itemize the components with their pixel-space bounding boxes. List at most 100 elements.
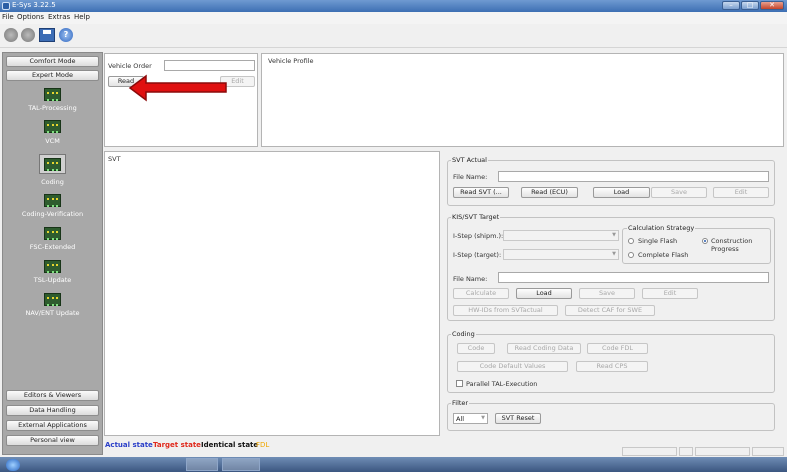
comfort-mode-button[interactable]: Comfort Mode [6, 56, 99, 67]
status-cell [622, 447, 677, 456]
coding-verification-icon[interactable] [44, 194, 61, 207]
filter-select-value: All [456, 415, 465, 423]
annotation-arrow [128, 74, 227, 102]
code-fdl-button[interactable]: Code FDL [587, 343, 648, 354]
title-bar: E-Sys 3.22.5 – □ ✕ [0, 0, 787, 12]
svt-actual-title: SVT Actual [451, 156, 488, 164]
taskbar [0, 457, 787, 472]
tsl-update-icon[interactable] [44, 260, 61, 273]
svt-actual-load-button[interactable]: Load [593, 187, 650, 198]
svt-actual-edit-button[interactable]: Edit [713, 187, 769, 198]
external-applications-button[interactable]: External Applications [6, 420, 99, 431]
taskbar-app[interactable] [222, 458, 260, 471]
status-cell [695, 447, 750, 456]
calculate-button[interactable]: Calculate [453, 288, 509, 299]
svt-actual-file-label: File Name: [453, 173, 488, 181]
save-icon[interactable] [39, 28, 55, 42]
construction-progress-radio[interactable] [702, 238, 708, 244]
kis-edit-button[interactable]: Edit [642, 288, 698, 299]
maximize-button[interactable]: □ [741, 1, 759, 10]
vehicle-order-input[interactable] [164, 60, 255, 71]
app-icon [2, 2, 10, 10]
personal-view-button[interactable]: Personal view [6, 435, 99, 446]
complete-flash-radio[interactable] [628, 252, 634, 258]
svt-actual-group: SVT Actual File Name: Read SVT (... Read… [447, 156, 775, 206]
vcm-icon[interactable] [44, 120, 61, 133]
complete-flash-label: Complete Flash [638, 251, 689, 259]
disconnect-icon[interactable] [21, 28, 35, 42]
kis-save-button[interactable]: Save [579, 288, 635, 299]
menu-bar: File Options Extras Help [0, 12, 787, 24]
menu-extras[interactable]: Extras [48, 13, 70, 21]
status-cell [752, 447, 784, 456]
read-ecu-button[interactable]: Read (ECU) [521, 187, 578, 198]
read-coding-data-button[interactable]: Read Coding Data [507, 343, 581, 354]
status-cell [679, 447, 693, 456]
istep-shipm-label: I-Step (shipm.): [453, 232, 504, 240]
vehicle-order-label: Vehicle Order [108, 62, 152, 70]
window-title: E-Sys 3.22.5 [12, 1, 56, 9]
kis-svt-target-group: KIS/SVT Target I-Step (shipm.): ▼ I-Step… [447, 213, 775, 321]
nav-item-tal-processing[interactable]: TAL-Processing [3, 104, 102, 112]
minimize-button[interactable]: – [722, 1, 740, 10]
kis-svt-target-title: KIS/SVT Target [451, 213, 501, 221]
istep-target-select[interactable]: ▼ [503, 249, 619, 260]
left-nav: Comfort Mode Expert Mode TAL-Processing … [2, 52, 103, 455]
filter-group: Filter All ▼ SVT Reset [447, 399, 775, 431]
nav-ent-update-icon[interactable] [44, 293, 61, 306]
legend-actual-state: Actual state [105, 441, 153, 449]
detect-caf-button[interactable]: Detect CAF for SWE [565, 305, 655, 316]
single-flash-radio[interactable] [628, 238, 634, 244]
menu-file[interactable]: File [2, 13, 14, 21]
svt-actual-save-button[interactable]: Save [651, 187, 707, 198]
filter-select[interactable]: All ▼ [453, 413, 488, 424]
parallel-tal-checkbox[interactable] [456, 380, 463, 387]
data-handling-button[interactable]: Data Handling [6, 405, 99, 416]
kis-load-button[interactable]: Load [516, 288, 572, 299]
code-default-values-button[interactable]: Code Default Values [457, 361, 568, 372]
read-svt-button[interactable]: Read SVT (... [453, 187, 509, 198]
svt-title: SVT [108, 155, 121, 163]
chevron-down-icon: ▼ [481, 415, 485, 421]
calculation-strategy-group: Calculation Strategy Single Flash Constr… [622, 224, 771, 264]
legend-identical-state: Identical state [201, 441, 259, 449]
menu-help[interactable]: Help [74, 13, 90, 21]
help-icon[interactable]: ? [59, 28, 73, 42]
kis-file-label: File Name: [453, 275, 488, 283]
nav-item-coding-verification[interactable]: Coding-Verification [3, 210, 102, 218]
parallel-tal-label: Parallel TAL-Execution [466, 380, 538, 388]
single-flash-label: Single Flash [638, 237, 678, 245]
kis-file-input[interactable] [498, 272, 769, 283]
nav-item-tsl-update[interactable]: TSL-Update [3, 276, 102, 284]
toolbar: ? [0, 24, 787, 48]
code-button[interactable]: Code [457, 343, 495, 354]
read-cps-button[interactable]: Read CPS [576, 361, 648, 372]
svt-actual-file-input[interactable] [498, 171, 769, 182]
svt-panel: SVT [104, 151, 440, 436]
vehicle-profile-panel: Vehicle Profile [261, 53, 784, 147]
construction-progress-label: Construction Progress [711, 237, 753, 253]
legend-fdl: FDL [256, 441, 270, 449]
filter-title: Filter [451, 399, 470, 407]
close-button[interactable]: ✕ [760, 1, 784, 10]
calculation-strategy-title: Calculation Strategy [627, 224, 696, 232]
nav-item-coding[interactable]: Coding [3, 178, 102, 186]
editors-viewers-button[interactable]: Editors & Viewers [6, 390, 99, 401]
start-icon[interactable] [6, 459, 20, 471]
coding-title: Coding [451, 330, 476, 338]
fsc-extended-icon[interactable] [44, 227, 61, 240]
connect-icon[interactable] [4, 28, 18, 42]
coding-icon[interactable] [44, 158, 61, 171]
svt-reset-button[interactable]: SVT Reset [495, 413, 541, 424]
nav-item-vcm[interactable]: VCM [3, 137, 102, 145]
nav-item-nav-ent-update[interactable]: NAV/ENT Update [3, 309, 102, 317]
istep-shipm-select[interactable]: ▼ [503, 230, 619, 241]
nav-item-fsc-extended[interactable]: FSC-Extended [3, 243, 102, 251]
menu-options[interactable]: Options [17, 13, 44, 21]
hw-ids-button[interactable]: HW-IDs from SVTactual [453, 305, 558, 316]
legend-target-state: Target state [153, 441, 201, 449]
vehicle-profile-title: Vehicle Profile [268, 57, 314, 65]
istep-target-label: I-Step (target): [453, 251, 502, 259]
taskbar-app[interactable] [186, 458, 218, 471]
coding-group: Coding Code Read Coding Data Code FDL Co… [447, 330, 775, 393]
